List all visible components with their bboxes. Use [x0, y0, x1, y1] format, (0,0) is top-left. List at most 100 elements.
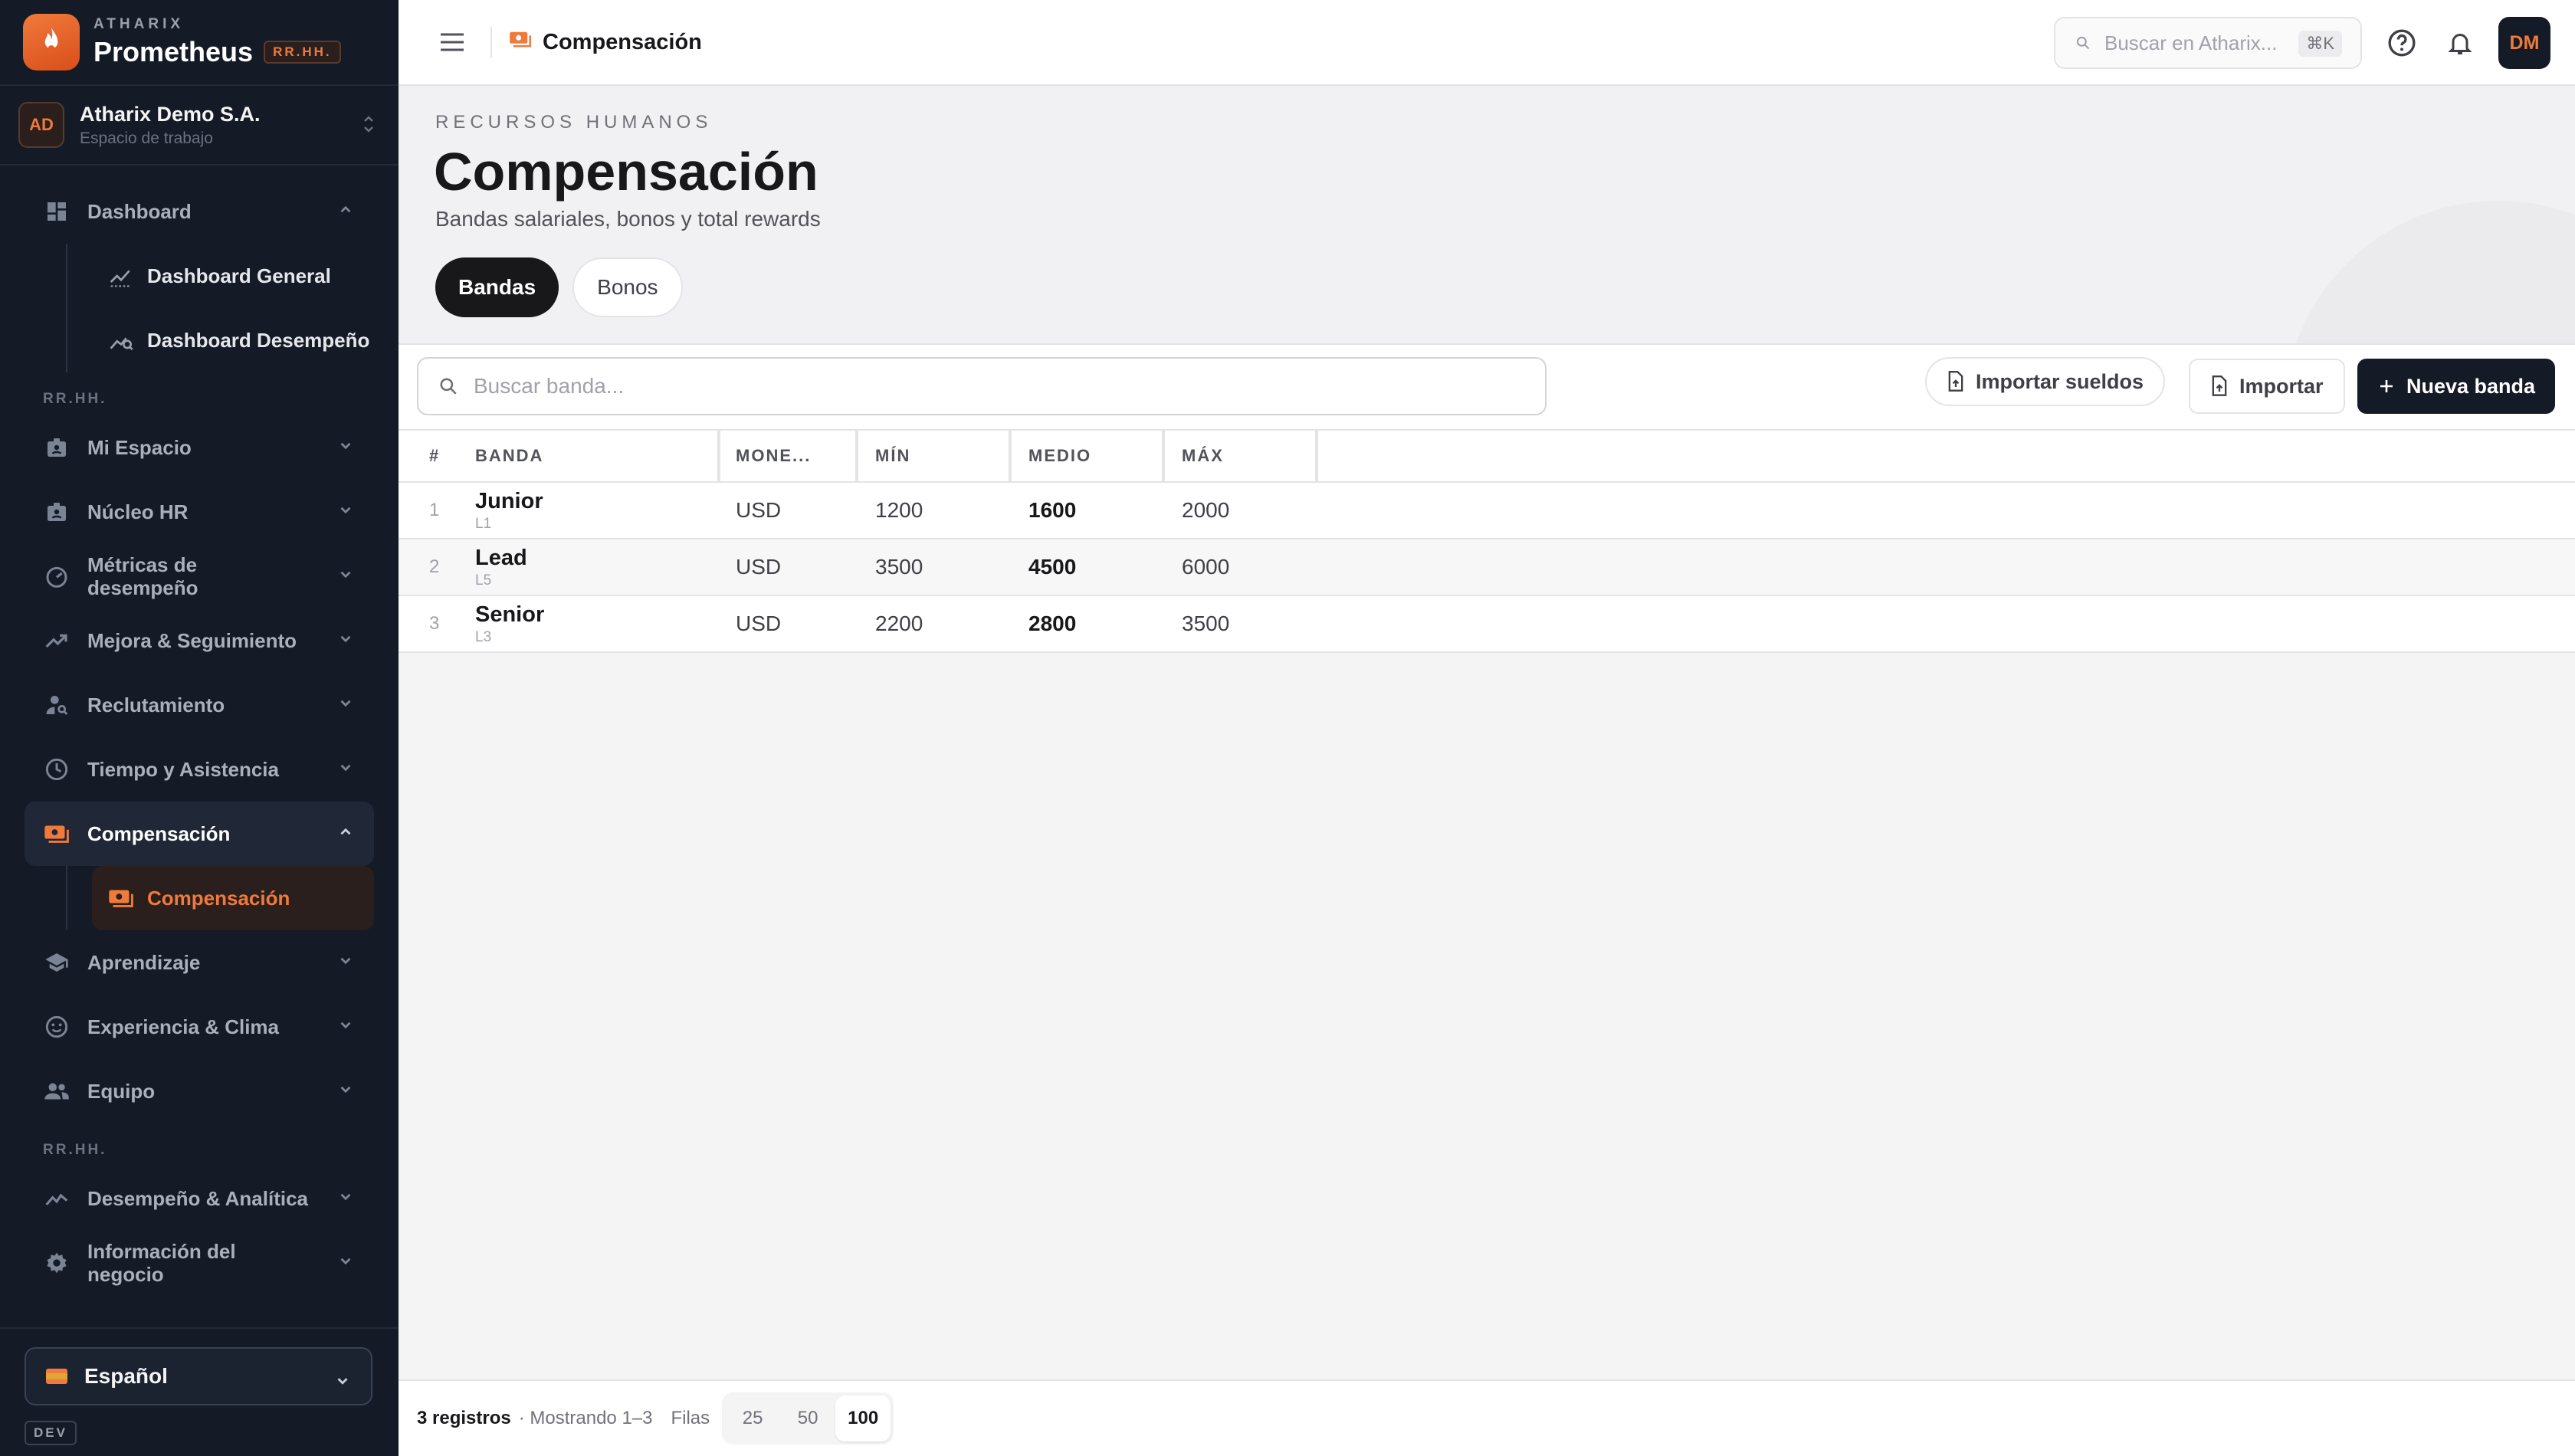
payments-icon [107, 884, 135, 912]
max-cell: 6000 [1182, 555, 1230, 579]
sidebar-item-label: Mejora & Seguimiento [87, 628, 297, 652]
help-icon[interactable] [2383, 25, 2420, 61]
file-upload-icon [1947, 371, 1965, 392]
global-search-input[interactable]: Buscar en Atharix... ⌘K [2054, 17, 2362, 69]
dashboard-subnav: Dashboard General Dashboard Desempeño [25, 244, 374, 372]
trending-up-icon [41, 625, 72, 656]
column-header-band[interactable]: BANDA [475, 431, 720, 481]
sidebar-item-tiempo[interactable]: Tiempo y Asistencia [25, 737, 374, 802]
table-row[interactable]: 2 Lead L5 USD 3500 4500 6000 [399, 539, 2575, 596]
sidebar-item-compensacion[interactable]: Compensación [25, 802, 374, 866]
band-name: Junior [475, 488, 543, 513]
column-header-filler [1318, 431, 2575, 481]
sidebar-nav: Dashboard Dashboard General Dashboard De… [0, 166, 399, 1295]
sidebar-item-desempeno-analitica[interactable]: Desempeño & Analítica [25, 1166, 374, 1231]
brand[interactable]: ATHARIX Prometheus RR.HH. [0, 0, 399, 86]
sidebar-item-label: Dashboard [87, 199, 192, 223]
chevron-down-icon [334, 1370, 351, 1395]
sidebar-item-label: Reclutamiento [87, 693, 225, 717]
sidebar-item-mejora[interactable]: Mejora & Seguimiento [25, 608, 374, 673]
chevron-down-icon [337, 1251, 354, 1275]
workspace-switcher[interactable]: AD Atharix Demo S.A. Espacio de trabajo [0, 86, 399, 166]
id-badge-icon [41, 497, 72, 527]
band-code: L1 [475, 515, 492, 532]
payments-icon [41, 818, 72, 849]
table-row[interactable]: 3 Senior L3 USD 2200 2800 3500 [399, 596, 2575, 653]
sidebar-item-mi-espacio[interactable]: Mi Espacio [25, 415, 374, 480]
sidebar-item-label: Información del negocio [87, 1240, 236, 1286]
sidebar-item-informacion-negocio[interactable]: Información del negocio [25, 1231, 374, 1295]
bands-table: # BANDA MONE... MÍN MEDIO MÁX 1 Junior L… [399, 429, 2575, 653]
chevron-updown-icon [362, 113, 376, 135]
currency-cell: USD [736, 498, 782, 522]
sidebar-item-nucleo-hr[interactable]: Núcleo HR [25, 480, 374, 544]
button-label: Nueva banda [2406, 374, 2536, 398]
band-code: L5 [475, 572, 492, 589]
column-header-currency[interactable]: MONE... [720, 431, 858, 481]
row-index: 1 [429, 500, 440, 520]
breadcrumb: Compensación [509, 28, 702, 56]
sidebar-item-reclutamiento[interactable]: Reclutamiento [25, 673, 374, 737]
person-search-icon [41, 690, 72, 720]
page-size-50[interactable]: 50 [780, 1395, 835, 1441]
column-header-mid[interactable]: MEDIO [1012, 431, 1165, 481]
analytics-line-icon [41, 1183, 72, 1214]
smiley-icon [41, 1012, 72, 1042]
column-header-min[interactable]: MÍN [858, 431, 1012, 481]
workspace-name: Atharix Demo S.A. [80, 102, 261, 126]
compensation-subnav: Compensación [25, 866, 374, 930]
sidebar-item-label: Dashboard Desempeño [147, 328, 370, 352]
page-title: Compensación [434, 142, 818, 202]
new-band-button[interactable]: Nueva banda [2357, 359, 2556, 414]
sidebar-section-label: RR.HH. [43, 1142, 107, 1158]
band-cell: Senior L3 [475, 596, 720, 651]
bell-icon[interactable] [2442, 25, 2478, 61]
band-search-input[interactable]: Buscar banda... [417, 357, 1547, 415]
sidebar-item-label: Núcleo HR [87, 500, 189, 523]
tab-bonos[interactable]: Bonos [572, 257, 683, 317]
button-label: Importar [2239, 374, 2324, 398]
import-salaries-button[interactable]: Importar sueldos [1925, 357, 2166, 406]
rows-label: Filas [671, 1408, 710, 1428]
band-cell: Junior L1 [475, 483, 720, 538]
column-header-index[interactable]: # [399, 431, 475, 481]
max-cell: 3500 [1182, 612, 1230, 635]
min-cell: 2200 [875, 612, 923, 635]
table-row[interactable]: 1 Junior L1 USD 1200 1600 2000 [399, 483, 2575, 539]
page-subtitle: Bandas salariales, bonos y total rewards [435, 207, 821, 231]
sidebar-item-label: Aprendizaje [87, 950, 201, 974]
sidebar: ATHARIX Prometheus RR.HH. AD Atharix Dem… [0, 0, 399, 1456]
sidebar-item-metricas[interactable]: Métricas de desempeño [25, 544, 374, 608]
sidebar-item-experiencia[interactable]: Experiencia & Clima [25, 995, 374, 1059]
sidebar-item-label: Compensación [87, 821, 231, 845]
sidebar-item-label: Tiempo y Asistencia [87, 757, 279, 781]
chevron-down-icon [337, 629, 354, 653]
search-placeholder: Buscar banda... [474, 374, 625, 398]
sidebar-item-compensacion-sub[interactable]: Compensación [92, 866, 374, 930]
page-size-100[interactable]: 100 [835, 1395, 891, 1441]
currency-cell: USD [736, 555, 782, 579]
sidebar-section-label: RR.HH. [43, 391, 107, 407]
hamburger-menu-button[interactable] [429, 19, 475, 65]
sidebar-item-dashboard[interactable]: Dashboard [25, 179, 374, 244]
import-button[interactable]: Importar [2189, 359, 2345, 414]
sidebar-item-dashboard-desempeno[interactable]: Dashboard Desempeño [69, 308, 374, 372]
user-avatar[interactable]: DM [2498, 17, 2550, 69]
page-size-selector: 25 50 100 [722, 1392, 894, 1445]
page-header: RECURSOS HUMANOS Compensación Bandas sal… [399, 86, 2575, 345]
chevron-up-icon [337, 200, 354, 224]
sidebar-item-aprendizaje[interactable]: Aprendizaje [25, 930, 374, 995]
file-upload-icon [2210, 375, 2229, 397]
divider [490, 27, 492, 57]
sidebar-item-equipo[interactable]: Equipo [25, 1059, 374, 1123]
chevron-down-icon [337, 758, 354, 782]
search-placeholder: Buscar en Atharix... [2104, 31, 2278, 54]
page-size-25[interactable]: 25 [725, 1395, 780, 1441]
chevron-down-icon [337, 565, 354, 589]
sidebar-item-label: Dashboard General [147, 264, 331, 287]
search-icon [438, 376, 458, 396]
tab-bandas[interactable]: Bandas [435, 257, 559, 317]
sidebar-item-dashboard-general[interactable]: Dashboard General [69, 244, 374, 308]
language-select[interactable]: Español [25, 1347, 372, 1405]
column-header-max[interactable]: MÁX [1165, 431, 1318, 481]
